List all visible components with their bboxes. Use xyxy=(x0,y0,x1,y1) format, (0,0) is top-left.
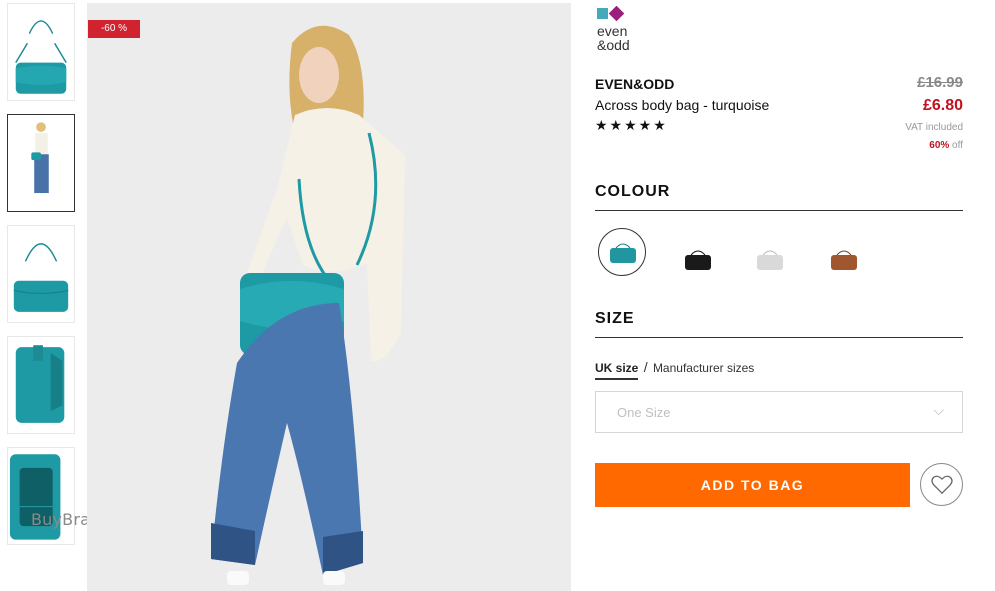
size-heading: SIZE xyxy=(595,310,963,338)
colour-swatch-brown[interactable] xyxy=(820,236,868,284)
size-system-tabs: UK size / Manufacturer sizes xyxy=(595,359,754,380)
rating-stars[interactable]: ★★★★★ xyxy=(595,117,668,134)
main-product-image[interactable] xyxy=(87,3,571,591)
discount-badge: -60 % xyxy=(88,20,140,38)
bag-icon-brown xyxy=(831,250,857,270)
thumbnail-bag-back[interactable] xyxy=(7,225,75,323)
thumbnail-bag-inside[interactable] xyxy=(7,447,75,545)
bag-icon-light-grey xyxy=(757,250,783,270)
discount-percent-value: 60% xyxy=(929,140,950,151)
logo-diamond-purple xyxy=(608,5,625,22)
size-select[interactable]: One Size ⌵ xyxy=(595,391,963,433)
colour-swatch-turquoise[interactable] xyxy=(598,228,646,276)
thumbnail-bag-side[interactable] xyxy=(7,336,75,434)
tab-manufacturer-sizes[interactable]: Manufacturer sizes xyxy=(653,361,754,375)
colour-heading: COLOUR xyxy=(595,183,963,211)
original-price: £16.99 xyxy=(917,74,963,91)
chevron-down-icon: ⌵ xyxy=(933,402,944,418)
discount-percent-suffix: off xyxy=(949,140,963,151)
colour-swatch-light-grey[interactable] xyxy=(746,236,794,284)
product-title: Across body bag - turquoise xyxy=(595,97,770,113)
heart-icon xyxy=(931,475,953,495)
vat-note: VAT included xyxy=(905,122,963,133)
bag-icon-black xyxy=(685,250,711,270)
sale-price: £6.80 xyxy=(922,97,963,114)
tab-uk-size[interactable]: UK size xyxy=(595,361,639,380)
discount-percent: 60% off xyxy=(929,140,963,151)
bag-icon-turquoise xyxy=(610,243,636,263)
add-to-bag-button[interactable]: ADD TO BAG xyxy=(595,463,910,507)
logo-square-teal xyxy=(597,8,608,19)
svg-text:&odd: &odd xyxy=(597,37,630,52)
size-select-value: One Size xyxy=(617,405,671,420)
thumbnail-bag-front[interactable] xyxy=(7,3,75,101)
thumbnail-model-full[interactable] xyxy=(7,114,75,212)
brand-name[interactable]: EVEN&ODD xyxy=(595,76,674,92)
wishlist-button[interactable] xyxy=(920,463,963,506)
colour-swatch-black[interactable] xyxy=(674,236,722,284)
brand-logo[interactable]: even &odd xyxy=(596,5,656,53)
size-tab-separator: / xyxy=(643,359,648,375)
